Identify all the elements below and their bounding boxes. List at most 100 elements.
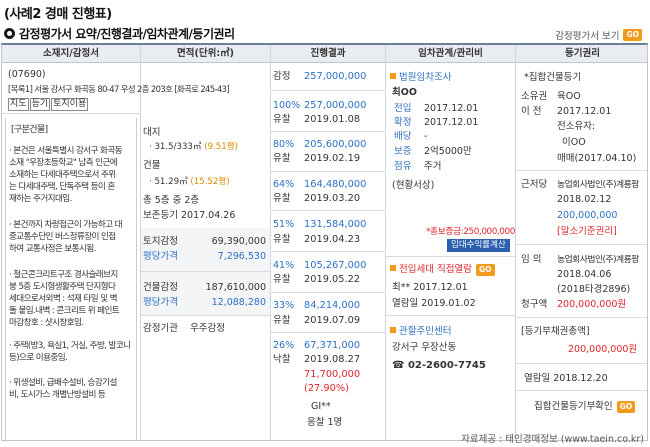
bullet-3-line-4: 돌 붙임.내벽 : 콘크리트 위 페인트 — [9, 306, 120, 316]
round-4-price: 131,584,000 — [304, 219, 367, 230]
tenant-name: 최OO — [392, 87, 417, 98]
round-1-price: 257,000,000 — [304, 100, 367, 111]
fixed-date: 2017.12.01 — [424, 117, 479, 128]
location-tags: 지도 등기 토지이용 — [8, 98, 89, 111]
occupancy-label: 점유 — [394, 161, 412, 172]
community-center-name: 강서구 우장산동 — [392, 342, 457, 353]
community-center-phone: ☎ 02-2600-7745 — [392, 360, 486, 371]
mortgage-holder: 농업회사법인(주)계룡팜 — [557, 180, 639, 190]
round-7-date: 2019.08.27 — [304, 354, 361, 365]
bullet-3-line-3: 세대으로서외벽 : 석재 타일 및 벽 — [9, 294, 118, 304]
mortgage-amount: 200,000,000 — [557, 210, 618, 221]
collective-registry-label: 집합건물등기부확인 — [534, 401, 613, 412]
household-view-date: 열람일 2019.01.02 — [392, 298, 476, 309]
divider — [271, 131, 386, 132]
bullet-1-line-1: · 본건은 서울특별시 강서구 화곡동 — [9, 146, 123, 156]
divider — [516, 170, 647, 171]
header-registry: 등기권리 — [516, 45, 647, 63]
round-5-date: 2019.05.22 — [304, 274, 361, 285]
land-appraisal-value: 69,390,000 — [211, 236, 266, 247]
appraisal-value: 257,000,000 — [304, 71, 367, 82]
total-deposit: *총보증금:250,000,000 — [426, 227, 515, 237]
round-2-date: 2019.02.19 — [304, 153, 361, 164]
square-bullet-icon — [390, 265, 396, 271]
bullets-title: [구분건물] — [11, 125, 48, 135]
mortgage-date: 2018.02.12 — [557, 194, 612, 205]
divider — [2, 113, 141, 114]
building-pyeong: (15.52평) — [190, 177, 230, 187]
section-title: 감정평가서 요약/진행결과/임차관계/등기권리 — [4, 25, 235, 42]
divider — [516, 317, 647, 318]
round-7-pct: 26% — [273, 340, 295, 351]
divider — [386, 315, 516, 316]
round-3-date: 2019.03.20 — [304, 193, 361, 204]
go-badge: GO — [475, 264, 495, 276]
household-view-link[interactable]: 전입세대 직접열람 GO — [390, 264, 495, 276]
claim-amount: 200,000,000원 — [557, 299, 627, 310]
bullet-2-line-3: 하여 교통사정은 보통시됨. — [9, 244, 96, 254]
court-survey-title[interactable]: 법원임차조사 — [390, 72, 451, 84]
community-center-link[interactable]: 관할주민센터 — [390, 326, 451, 338]
header-location: 소재지/감정서 — [2, 45, 140, 63]
case-title: (사례2 경매 진행표) — [4, 7, 112, 22]
seizure-case: (2018타경2896) — [557, 284, 631, 295]
tenant-column: 임차관계/관리비 법원임차조사 최OO 전입 2017.12.01 확정 201… — [386, 45, 516, 440]
yield-calc-button[interactable]: 임대수익률계산 — [447, 239, 510, 252]
round-5-price: 105,267,000 — [304, 260, 367, 271]
owner-name: 육OO — [557, 91, 581, 102]
header-results: 진행결과 — [271, 45, 385, 63]
claim-label: 청구액 — [521, 299, 548, 310]
area-column: 면적(단위:㎡) 대지 · 31.5/333㎡ (9.51평) 건물 · 51.… — [141, 45, 271, 440]
court-survey-label: 법원임차조사 — [399, 72, 452, 83]
bldg-pyeong-price-label: 평당가격 — [143, 297, 178, 308]
round-1-status: 유찰 — [273, 114, 291, 125]
dividend-value: - — [424, 131, 428, 142]
bullet-3-line-2: 붕 5층 도시형생활주택 단지형다 — [9, 282, 116, 292]
section-title-text: 감정평가서 요약/진행결과/임차관계/등기권리 — [19, 27, 235, 41]
bullet-2-line-2: 중교통수단인 버스정류장이 인접 — [9, 232, 116, 242]
bldg-pyeong-price-value: 12,088,280 — [211, 297, 266, 308]
registry-tag[interactable]: 등기 — [29, 98, 51, 111]
round-4-date: 2019.04.23 — [304, 234, 361, 245]
round-5-status: 유찰 — [273, 274, 291, 285]
divider — [271, 251, 386, 252]
round-2-pct: 80% — [273, 139, 295, 150]
appraisal-report-link[interactable]: 감정평가서 보기 GO — [555, 28, 642, 42]
building-area-value: · 51.29㎡ — [149, 177, 188, 187]
square-bullet-icon — [390, 327, 396, 333]
bullet-3-line-5: 마감창호 : 샷시창호임. — [9, 318, 84, 328]
collective-title: *집합건물등기 — [524, 72, 582, 83]
round-5-pct: 41% — [273, 260, 295, 271]
bullet-4-line-1: · 주택(방3, 욕실1, 거실, 주방, 발코니 — [9, 341, 131, 351]
round-6-status: 유찰 — [273, 315, 291, 326]
bullet-3-line-1: · 철근콘크리트구조 경사슬래브지 — [9, 270, 118, 280]
appraisal-label: 감정 — [273, 71, 291, 82]
divider — [516, 363, 647, 364]
divider — [516, 390, 647, 391]
owner-label: 소유권 — [521, 91, 548, 102]
bidder-count: 응찰 1명 — [307, 417, 343, 428]
transfer-label: 이 전 — [521, 106, 542, 117]
map-tag[interactable]: 지도 — [8, 98, 29, 111]
fixed-label: 확정 — [394, 117, 412, 128]
bldg-appraisal-value: 187,610,000 — [205, 282, 266, 293]
community-center-title: 관할주민센터 — [399, 326, 452, 337]
round-1-pct: 100% — [273, 100, 301, 111]
bullet-2-line-1: · 본건까지 차량접근이 가능하고 대 — [9, 220, 123, 230]
yield-calc-label: 임대수익률계산 — [447, 239, 510, 252]
deposit-label: 보증 — [394, 146, 412, 157]
appraiser: 감정기관 우주감정 — [143, 323, 225, 335]
collective-registry-link[interactable]: 집합건물등기부확인 GO — [534, 401, 636, 413]
bullet-5-line-2: 비, 도시가스 개별난방설비 등 — [9, 390, 106, 400]
winning-ratio: (27.90%) — [304, 383, 349, 394]
go-badge: GO — [616, 401, 636, 413]
land-pyeong: (9.51평) — [204, 142, 238, 152]
round-6-pct: 33% — [273, 300, 295, 311]
square-bullet-icon — [390, 73, 396, 79]
bullet-1-line-4: 는 다세대주택, 단독주택 등이 혼 — [9, 182, 115, 192]
round-4-status: 유찰 — [273, 234, 291, 245]
land-use-tag[interactable]: 토지이용 — [51, 98, 89, 111]
winner: GI** — [311, 401, 331, 412]
seizure-date: 2018.04.06 — [557, 269, 612, 280]
go-badge: GO — [623, 29, 642, 41]
